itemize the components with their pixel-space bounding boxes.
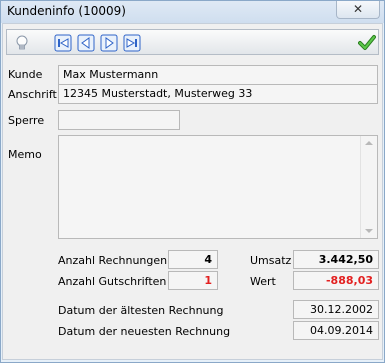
- first-record-icon: [54, 34, 72, 52]
- kunde-label: Kunde: [8, 68, 43, 81]
- oldest-invoice-date: 30.12.2002: [293, 300, 379, 319]
- lightbulb-icon: [16, 35, 28, 50]
- memo-label: Memo: [8, 148, 42, 161]
- confirm-button[interactable]: [356, 32, 376, 52]
- last-record-icon: [123, 34, 141, 52]
- umsatz-label: Umsatz: [250, 254, 292, 267]
- next-record-icon: [100, 34, 118, 52]
- previous-record-button[interactable]: [75, 32, 95, 52]
- previous-record-icon: [77, 34, 95, 52]
- close-icon: ✕: [352, 2, 364, 16]
- lightbulb-button[interactable]: [11, 32, 31, 52]
- newest-invoice-label: Datum der neuesten Rechnung: [58, 325, 231, 338]
- title-bar[interactable]: Kundeninfo (10009) ✕: [1, 1, 384, 23]
- customer-info-window: Kundeninfo (10009) ✕ Kunde Max Musterman…: [0, 0, 385, 363]
- sperre-field[interactable]: [58, 110, 180, 130]
- next-record-button[interactable]: [98, 32, 118, 52]
- close-button[interactable]: ✕: [336, 1, 380, 19]
- rechnungen-label: Anzahl Rechnungen: [58, 254, 168, 267]
- window-title: Kundeninfo (10009): [7, 4, 126, 18]
- wert-label: Wert: [250, 275, 276, 288]
- first-record-button[interactable]: [52, 32, 72, 52]
- scroll-up-icon[interactable]: [365, 141, 373, 145]
- last-record-button[interactable]: [121, 32, 141, 52]
- kunde-field[interactable]: Max Mustermann: [58, 65, 378, 85]
- scroll-down-icon[interactable]: [365, 229, 373, 233]
- gutschriften-value: 1: [168, 271, 218, 290]
- sperre-label: Sperre: [8, 114, 45, 127]
- newest-invoice-date: 04.09.2014: [293, 321, 379, 340]
- toolbar: [6, 29, 379, 55]
- dialog-body: Kunde Max Mustermann Anschrift 12345 Mus…: [2, 23, 383, 360]
- umsatz-value: 3.442,50: [293, 250, 379, 269]
- anschrift-label: Anschrift: [8, 88, 57, 101]
- memo-textarea[interactable]: [58, 135, 378, 239]
- oldest-invoice-label: Datum der ältesten Rechnung: [58, 304, 224, 317]
- rechnungen-value: 4: [168, 250, 218, 269]
- anschrift-field[interactable]: 12345 Musterstadt, Musterweg 33: [58, 84, 378, 104]
- gutschriften-label: Anzahl Gutschriften: [58, 275, 167, 288]
- checkmark-icon: [358, 35, 376, 50]
- wert-value: -888,03: [293, 271, 379, 290]
- memo-scrollbar[interactable]: [360, 136, 377, 238]
